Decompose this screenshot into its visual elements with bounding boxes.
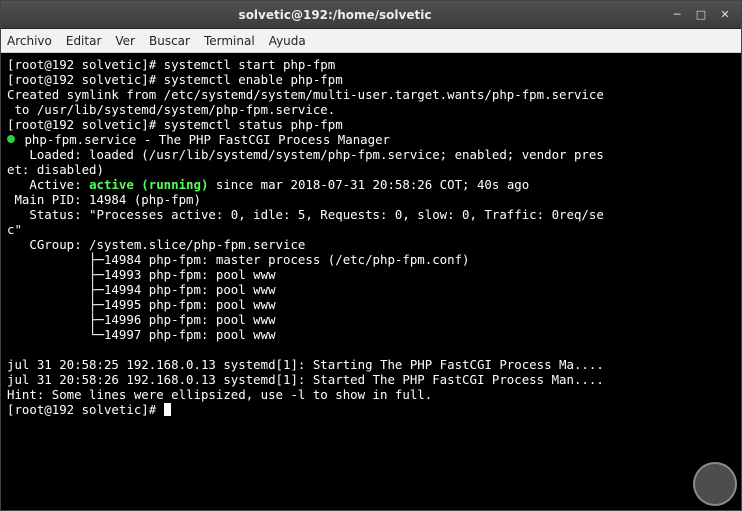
output-line: Created symlink from /etc/systemd/system… xyxy=(7,87,604,102)
output-line: ├─14984 php-fpm: master process (/etc/ph… xyxy=(7,252,470,267)
output-line: jul 31 20:58:25 192.168.0.13 systemd[1]:… xyxy=(7,357,604,372)
command-text: systemctl enable php-fpm xyxy=(164,72,343,87)
prompt: [root@192 solvetic]# xyxy=(7,117,164,132)
menu-terminal[interactable]: Terminal xyxy=(204,34,255,48)
output-line: Main PID: 14984 (php-fpm) xyxy=(7,192,201,207)
output-line: jul 31 20:58:26 192.168.0.13 systemd[1]:… xyxy=(7,372,604,387)
menu-editar[interactable]: Editar xyxy=(66,34,102,48)
terminal-window: solvetic@192:/home/solvetic ─ □ ✕ Archiv… xyxy=(0,0,742,511)
terminal-viewport[interactable]: [root@192 solvetic]# systemctl start php… xyxy=(1,53,741,510)
output-line: to /usr/lib/systemd/system/php-fpm.servi… xyxy=(7,102,335,117)
output-line: ├─14996 php-fpm: pool www xyxy=(7,312,276,327)
output-line: └─14997 php-fpm: pool www xyxy=(7,327,276,342)
menubar: Archivo Editar Ver Buscar Terminal Ayuda xyxy=(1,29,741,53)
output-line: ├─14994 php-fpm: pool www xyxy=(7,282,276,297)
window-title: solvetic@192:/home/solvetic xyxy=(7,8,663,22)
titlebar: solvetic@192:/home/solvetic ─ □ ✕ xyxy=(1,1,741,29)
command-text: systemctl status php-fpm xyxy=(164,117,343,132)
watermark-icon xyxy=(693,462,737,506)
minimize-button[interactable]: ─ xyxy=(667,6,687,24)
menu-ayuda[interactable]: Ayuda xyxy=(269,34,306,48)
menu-archivo[interactable]: Archivo xyxy=(7,34,52,48)
output-line: c" xyxy=(7,222,22,237)
output-line: ├─14993 php-fpm: pool www xyxy=(7,267,276,282)
prompt: [root@192 solvetic]# xyxy=(7,57,164,72)
prompt: [root@192 solvetic]# xyxy=(7,72,164,87)
command-text: systemctl start php-fpm xyxy=(164,57,336,72)
output-line: Status: "Processes active: 0, idle: 5, R… xyxy=(7,207,604,222)
maximize-button[interactable]: □ xyxy=(691,6,711,24)
output-line: CGroup: /system.slice/php-fpm.service xyxy=(7,237,305,252)
menu-ver[interactable]: Ver xyxy=(115,34,135,48)
status-active: active (running) xyxy=(89,177,208,192)
close-button[interactable]: ✕ xyxy=(715,6,735,24)
output-line: php-fpm.service - The PHP FastCGI Proces… xyxy=(17,132,390,147)
output-line: Hint: Some lines were ellipsized, use -l… xyxy=(7,387,432,402)
output-line: since mar 2018-07-31 20:58:26 COT; 40s a… xyxy=(208,177,529,192)
prompt: [root@192 solvetic]# xyxy=(7,402,164,417)
output-line: Loaded: loaded (/usr/lib/systemd/system/… xyxy=(7,147,604,162)
output-line: ├─14995 php-fpm: pool www xyxy=(7,297,276,312)
menu-buscar[interactable]: Buscar xyxy=(149,34,190,48)
output-line: et: disabled) xyxy=(7,162,104,177)
output-line: Active: xyxy=(7,177,89,192)
status-dot-icon xyxy=(7,135,15,143)
cursor-icon xyxy=(164,403,171,416)
